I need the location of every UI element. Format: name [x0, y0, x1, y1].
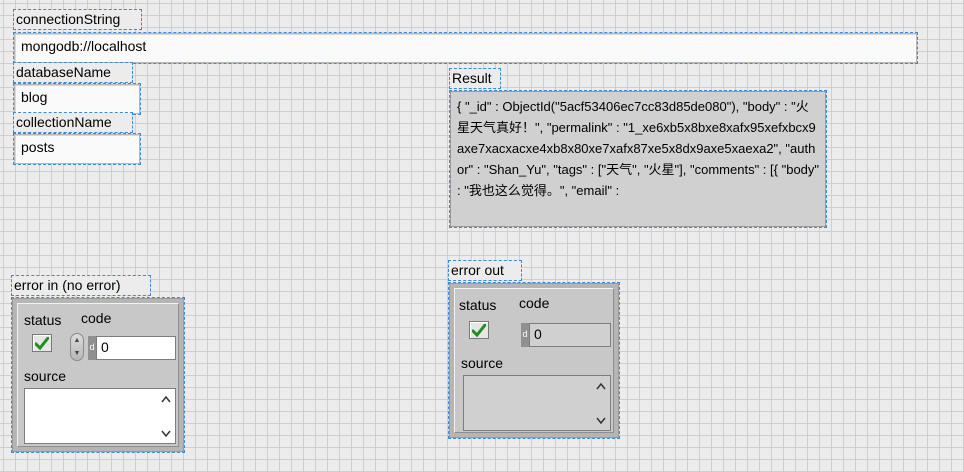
- connection-string-label: connectionString: [13, 9, 142, 30]
- database-name-input[interactable]: blog: [13, 83, 141, 115]
- error-in-code-input[interactable]: 0: [96, 336, 176, 360]
- error-out-source-display[interactable]: [463, 375, 611, 431]
- collection-name-input[interactable]: posts: [13, 133, 141, 165]
- green-check-icon: [35, 336, 49, 350]
- green-check-icon: [472, 323, 486, 337]
- error-out-status-label: status: [459, 297, 497, 313]
- error-out-code-label: code: [519, 295, 550, 311]
- error-in-code-radix: d: [88, 336, 96, 360]
- error-in-code-label: code: [81, 310, 112, 326]
- increment-decrement-icon[interactable]: ▲ ▼: [70, 333, 84, 361]
- error-out-source-label: source: [461, 355, 504, 371]
- error-in-source-label: source: [24, 368, 67, 384]
- error-in-cluster: status code ▲ ▼ d 0 source: [11, 297, 185, 453]
- error-out-code-display: 0: [529, 323, 611, 347]
- result-display[interactable]: { "_id" : ObjectId("5acf53406ec7cc83d85d…: [449, 90, 827, 228]
- error-out-code-radix: d: [521, 323, 529, 347]
- scroll-up-icon[interactable]: [158, 391, 174, 407]
- scroll-up-icon[interactable]: [593, 378, 609, 394]
- scroll-down-icon[interactable]: [158, 425, 174, 441]
- error-in-label: error in (no error): [11, 275, 151, 296]
- connection-string-input[interactable]: mongodb://localhost: [13, 32, 918, 64]
- error-out-cluster-panel: status code d 0 source: [454, 288, 614, 433]
- error-out-label: error out: [448, 260, 522, 281]
- error-in-status-checkbox[interactable]: [32, 334, 52, 352]
- decrement-arrow: ▼: [73, 350, 81, 357]
- collection-name-label: collectionName: [13, 112, 133, 133]
- error-in-cluster-panel: status code ▲ ▼ d 0 source: [17, 303, 179, 447]
- result-label: Result: [449, 68, 501, 89]
- increment-arrow: ▲: [73, 337, 81, 344]
- database-name-label: databaseName: [13, 62, 133, 83]
- error-in-source-input[interactable]: [24, 388, 176, 444]
- error-out-status-indicator: [469, 321, 489, 339]
- error-in-status-label: status: [24, 312, 62, 328]
- scroll-down-icon[interactable]: [593, 412, 609, 428]
- error-out-cluster: status code d 0 source: [448, 282, 620, 439]
